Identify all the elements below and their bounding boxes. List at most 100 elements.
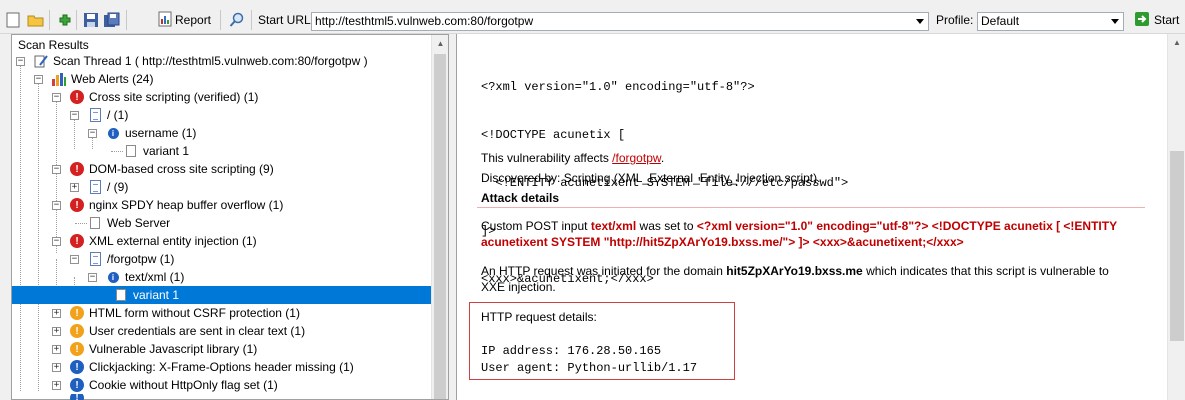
tree-node-parameter[interactable]: i username (1) [105, 124, 196, 142]
low-severity-icon: ! [69, 394, 85, 400]
scroll-up-icon[interactable]: ▲ [432, 35, 449, 52]
collapse-toggle[interactable]: − [70, 255, 79, 264]
scroll-up-icon[interactable]: ▲ [1168, 34, 1185, 51]
tree-node-alert[interactable]: ! XML external entity injection (1) [69, 232, 257, 250]
document-icon [87, 179, 103, 195]
scrollbar-thumb[interactable] [434, 54, 446, 399]
tree-node-alert[interactable]: ! Vulnerable Javascript library (1) [69, 340, 257, 358]
tree-node-alert[interactable]: ! Clickjacking: X-Frame-Options header m… [69, 358, 354, 376]
high-severity-icon: ! [69, 197, 85, 213]
tree-node-label: Scan Thread 1 ( http://testhtml5.vulnweb… [53, 54, 368, 68]
tree-scrollbar[interactable]: ▲ [431, 35, 448, 399]
plugin-icon[interactable] [55, 10, 75, 30]
expand-toggle[interactable]: + [52, 327, 61, 336]
tree-node-scan-thread[interactable]: Scan Thread 1 ( http://testhtml5.vulnweb… [33, 52, 368, 70]
toolbar-separator [76, 10, 77, 30]
tree-node-path[interactable]: /forgotpw (1) [87, 250, 174, 268]
tree-node-variant[interactable]: variant 1 [123, 142, 189, 160]
start-url-label: Start URL: [258, 13, 315, 27]
start-button[interactable]: Start [1134, 10, 1179, 30]
custom-post-description: Custom POST input text/xml was set to <?… [481, 218, 1131, 250]
tree-node-label: Web Server [107, 216, 171, 230]
tree-node-alert[interactable]: ! Cross site scripting (verified) (1) [69, 88, 258, 106]
expand-toggle[interactable]: + [52, 309, 61, 318]
collapse-toggle[interactable]: − [16, 57, 25, 66]
toolbar-separator [49, 10, 50, 30]
low-severity-icon: ! [69, 377, 85, 393]
panel-title: Scan Results [18, 38, 89, 52]
tree-node-alert[interactable]: ! HTML form without CSRF protection (1) [69, 304, 300, 322]
tree-node-label: variant 1 [133, 288, 180, 302]
chevron-down-icon[interactable] [912, 13, 928, 30]
expand-toggle[interactable]: + [52, 381, 61, 390]
toolbar-separator [126, 10, 127, 30]
http-request-details-box: HTTP request details: IP address: 176.28… [469, 302, 735, 380]
http-initiated-domain: hit5ZpXArYo19.bxss.me [726, 264, 863, 278]
open-icon[interactable] [26, 10, 46, 30]
profile-label: Profile: [936, 13, 974, 27]
tree-node-label: Vulnerable Javascript library (1) [89, 342, 258, 356]
tree-node-label: text/xml (1) [125, 270, 185, 284]
toolbar-separator [251, 10, 252, 30]
tree-node-label: variant 1 [143, 144, 190, 158]
collapse-toggle[interactable]: − [34, 75, 43, 84]
collapse-toggle[interactable]: − [52, 237, 61, 246]
tree-node-label: XML external entity injection (1) [89, 234, 257, 248]
tree-node-path[interactable]: / (1) [87, 106, 128, 124]
save-icon[interactable] [81, 10, 101, 30]
tree-node-parameter[interactable]: i text/xml (1) [105, 268, 184, 286]
high-severity-icon: ! [69, 233, 85, 249]
report-button[interactable]: Report [158, 10, 211, 30]
collapse-toggle[interactable]: − [88, 273, 97, 282]
tree-node-label: HTML form without CSRF protection (1) [89, 306, 300, 320]
start-url-input[interactable]: http://testhtml5.vulnweb.com:80/forgotpw [311, 12, 929, 31]
tree-node-label: / (1) [107, 108, 129, 122]
section-divider [477, 207, 1145, 208]
tree-node-alert[interactable]: ! User credentials are sent in clear tex… [69, 322, 305, 340]
medium-severity-icon: ! [69, 305, 85, 321]
tree-node-path[interactable]: / (9) [87, 178, 128, 196]
search-icon[interactable] [227, 10, 247, 30]
report-icon [158, 11, 172, 30]
affects-link[interactable]: /forgotpw [612, 151, 661, 165]
collapse-toggle[interactable]: − [70, 111, 79, 120]
toolbar: Report Start URL: http://testhtml5.vulnw… [0, 0, 1185, 34]
collapse-toggle[interactable]: − [88, 129, 97, 138]
xml-line: <!DOCTYPE acunetix [ [481, 128, 626, 142]
tree-node-alert[interactable]: ! DOM-based cross site scripting (9) [69, 160, 274, 178]
new-scan-icon[interactable] [3, 10, 23, 30]
tree-node-label: Cookie without HttpOnly flag set (1) [89, 378, 278, 392]
toolbar-separator [220, 10, 221, 30]
scan-results-panel: Scan Results − Scan Thread 1 ( http://te… [11, 34, 449, 400]
ip-address-line: IP address: 176.28.50.165 [481, 344, 662, 358]
collapse-toggle[interactable]: − [52, 201, 61, 210]
profile-select[interactable]: Default [977, 12, 1124, 31]
tree-node-alert-partial[interactable]: ! [69, 394, 89, 400]
xml-line: <?xml version="1.0" encoding="utf-8"?> [481, 80, 755, 94]
collapse-toggle[interactable]: − [52, 93, 61, 102]
tree-node-label: username (1) [125, 126, 197, 140]
high-severity-icon: ! [69, 161, 85, 177]
http-initiated-suffix: which indicates that this script is vuln… [862, 264, 1109, 278]
save-all-icon[interactable] [102, 10, 122, 30]
chevron-down-icon[interactable] [1107, 13, 1123, 30]
collapse-toggle[interactable]: − [52, 165, 61, 174]
tree-node-label: / (9) [107, 180, 129, 194]
custom-post-mid: was set to [636, 219, 697, 233]
tree-node-web-alerts[interactable]: Web Alerts (24) [51, 70, 153, 88]
expand-toggle[interactable]: + [52, 363, 61, 372]
tree-node-alert[interactable]: ! Cookie without HttpOnly flag set (1) [69, 376, 278, 394]
tree-node-label: /forgotpw (1) [107, 252, 175, 266]
expand-toggle[interactable]: + [52, 345, 61, 354]
profile-value: Default [981, 14, 1020, 28]
tree-node-web-server[interactable]: Web Server [87, 214, 170, 232]
expand-toggle[interactable]: + [70, 183, 79, 192]
detail-scrollbar[interactable]: ▲ [1167, 34, 1185, 400]
http-request-details-label: HTTP request details: [481, 310, 597, 324]
scrollbar-thumb[interactable] [1170, 151, 1184, 341]
custom-post-value-1: <?xml version="1.0" encoding="utf-8"?> <… [696, 219, 1118, 233]
http-initiated-description: An HTTP request was initiated for the do… [481, 263, 1141, 295]
tree-node-alert[interactable]: ! nginx SPDY heap buffer overflow (1) [69, 196, 283, 214]
tree-node-variant-selected[interactable]: variant 1 [12, 286, 433, 304]
alert-detail-panel: <?xml version="1.0" encoding="utf-8"?> <… [456, 34, 1185, 400]
